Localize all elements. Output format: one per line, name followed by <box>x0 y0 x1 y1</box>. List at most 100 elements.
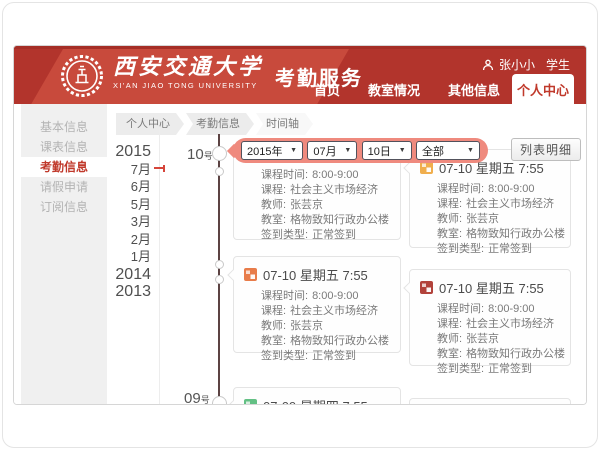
sidebar: 基本信息 课表信息 考勤信息 请假申请 订阅信息 <box>14 104 108 404</box>
card-field: 签到类型:正常签到 <box>437 362 562 377</box>
university-name-en: XI'AN JIAO TONG UNIVERSITY <box>113 81 263 90</box>
card-field: 课程时间:8:00-9:00 <box>437 302 562 317</box>
nav-tab-personal-center[interactable]: 个人中心 <box>512 74 574 104</box>
timeline-nav-may[interactable]: 5月 <box>108 196 151 214</box>
user-role: 学生 <box>546 56 570 73</box>
chevron-down-icon: ▼ <box>344 147 351 154</box>
type-dropdown[interactable]: 全部 ▼ <box>416 141 480 160</box>
breadcrumb-personal-center[interactable]: 个人中心 <box>116 113 184 135</box>
timeline-nav-2014[interactable]: 2014 <box>108 266 151 284</box>
nav-item-home[interactable]: 首页 <box>314 80 340 99</box>
attendance-card: 07-10 星期五 7:55 课程时间:8:00-9:00 课程:社会主义市场经… <box>409 269 571 366</box>
chevron-down-icon: ▼ <box>290 147 297 154</box>
card-field: 教室: 格物致知行政办公楼 <box>437 227 562 242</box>
field-label: 课程时间: <box>261 289 308 304</box>
attendance-card: 07-10 星期五 7:55 课程时间:8:00-9:00 课程:社会主义市场经… <box>409 149 571 248</box>
user-account[interactable]: 张小小 学生 <box>482 56 570 73</box>
field-label: 教师: <box>437 212 462 227</box>
type-dropdown-value: 全部 <box>422 143 444 159</box>
month-dropdown-value: 07月 <box>313 143 336 159</box>
chevron-down-icon: ▼ <box>467 147 474 154</box>
field-label: 签到类型: <box>261 349 308 364</box>
field-value: 8:00-9:00 <box>312 168 358 183</box>
university-name-cn: 西安交通大学 <box>113 54 263 80</box>
attendance-card: 07-09 星期四 7:55 <box>233 387 401 404</box>
card-field: 教师:张芸京 <box>437 332 562 347</box>
timeline-nav-march[interactable]: 3月 <box>108 213 151 231</box>
card-field: 签到类型:正常签到 <box>261 228 392 243</box>
nav-item-other-info[interactable]: 其他信息 <box>448 80 500 99</box>
timeline-nav-february[interactable]: 2月 <box>108 231 151 249</box>
field-label: 教师: <box>261 198 286 213</box>
card-header: 07-10 星期五 7:55 <box>410 270 570 299</box>
field-value: 正常签到 <box>488 242 532 257</box>
card-field: 教室:格物致知行政办公楼 <box>437 347 562 362</box>
field-value: 张芸京 <box>290 198 323 213</box>
card-field: 签到类型:正常签到 <box>261 349 392 364</box>
field-label: 课程时间: <box>437 302 484 317</box>
card-field: 课程:社会主义市场经济 <box>261 183 392 198</box>
field-value: 8:00-9:00 <box>488 182 534 197</box>
attendance-type-icon <box>244 399 257 404</box>
card-field: 课程:社会主义市场经济 <box>437 317 562 332</box>
card-header: 07-09 星期四 7:55 <box>234 388 400 404</box>
day-marker-10: 10号 <box>187 146 213 164</box>
card-field: 教师: 张芸京 <box>261 198 392 213</box>
field-value: 社会主义市场经济 <box>290 183 378 198</box>
card-body: 课程时间: 8:00-9:00 课程: 社会主义市场经济 教师: 张芸京 教室: 格物致… <box>410 179 570 263</box>
breadcrumb-attendance-info[interactable]: 考勤信息 <box>186 113 254 135</box>
field-label: 教室: <box>261 213 286 228</box>
sidebar-item-attendance-info[interactable]: 考勤信息 <box>21 157 107 177</box>
sidebar-item-leave-request[interactable]: 请假申请 <box>21 177 107 197</box>
field-label: 教师: <box>261 319 286 334</box>
field-value: 正常签到 <box>312 228 356 243</box>
timeline-nav-2013[interactable]: 2013 <box>108 283 151 301</box>
attendance-card-partial <box>409 398 571 404</box>
month-dropdown[interactable]: 07月 ▼ <box>307 141 357 160</box>
app-header: 西安交通大学 XI'AN JIAO TONG UNIVERSITY 考勤服务 张… <box>14 46 586 104</box>
sidebar-item-schedule-info[interactable]: 课表信息 <box>21 137 107 157</box>
card-field: 教室:格物致知行政办公楼 <box>261 334 392 349</box>
card-field: 教室: 格物致知行政办公楼 <box>261 213 392 228</box>
timeline-nav-june[interactable]: 6月 <box>108 178 151 196</box>
attendance-card: 07-10 星期五 7:55 课程时间:8:00-9:00 课程:社会主义市场经… <box>233 256 401 353</box>
screenshot-canvas: 西安交通大学 XI'AN JIAO TONG UNIVERSITY 考勤服务 张… <box>0 0 600 450</box>
chevron-down-icon: ▼ <box>399 147 406 154</box>
sidebar-item-subscription-info[interactable]: 订阅信息 <box>21 197 107 217</box>
field-label: 课程时间: <box>261 168 308 183</box>
filter-bar-arrow <box>227 144 241 158</box>
sidebar-item-basic-info[interactable]: 基本信息 <box>21 117 107 137</box>
day-suffix: 号 <box>201 395 210 404</box>
timeline-nav-january[interactable]: 1月 <box>108 248 151 266</box>
field-label: 课程: <box>437 197 462 212</box>
timeline-node <box>215 275 224 284</box>
field-label: 课程: <box>261 304 286 319</box>
university-emblem-icon <box>60 54 104 98</box>
field-value: 张芸京 <box>466 212 499 227</box>
app-window: 西安交通大学 XI'AN JIAO TONG UNIVERSITY 考勤服务 张… <box>13 45 587 405</box>
field-value: 格物致知行政办公楼 <box>466 227 565 242</box>
timeline-nav-july[interactable]: 7月 <box>108 161 151 179</box>
field-label: 课程时间: <box>437 182 484 197</box>
day-dropdown[interactable]: 10日▼ <box>362 141 412 160</box>
field-value: 格物致知行政办公楼 <box>290 213 389 228</box>
timeline-nav-2015[interactable]: 2015 <box>108 143 151 161</box>
timeline-node <box>215 260 224 269</box>
header-top-strip <box>14 46 586 49</box>
field-value: 社会主义市场经济 <box>466 197 554 212</box>
nav-item-classrooms[interactable]: 教室情况 <box>368 80 420 99</box>
card-field: 签到类型:正常签到 <box>437 242 562 257</box>
card-field: 课程: 社会主义市场经济 <box>437 197 562 212</box>
list-detail-button[interactable]: 列表明细 <box>511 138 581 161</box>
breadcrumb-timeline[interactable]: 时间轴 <box>256 113 313 135</box>
card-field: 教师:张芸京 <box>261 319 392 334</box>
year-dropdown[interactable]: 2015年 ▼ <box>241 141 303 160</box>
year-dropdown-value: 2015年 <box>247 143 282 159</box>
sidebar-menu: 基本信息 课表信息 考勤信息 请假申请 订阅信息 <box>21 104 107 404</box>
day-marker-09: 09号 <box>184 390 210 404</box>
field-label: 教室: <box>437 227 462 242</box>
card-body: 课程时间:8:00-9:00 课程:社会主义市场经济 教师:张芸京 教室:格物致… <box>410 299 570 383</box>
timeline-node-day10 <box>212 146 227 161</box>
content-area: 基本信息 课表信息 考勤信息 请假申请 订阅信息 个人中心 考勤信息 时间轴 2… <box>14 104 586 404</box>
field-value: 社会主义市场经济 <box>466 317 554 332</box>
